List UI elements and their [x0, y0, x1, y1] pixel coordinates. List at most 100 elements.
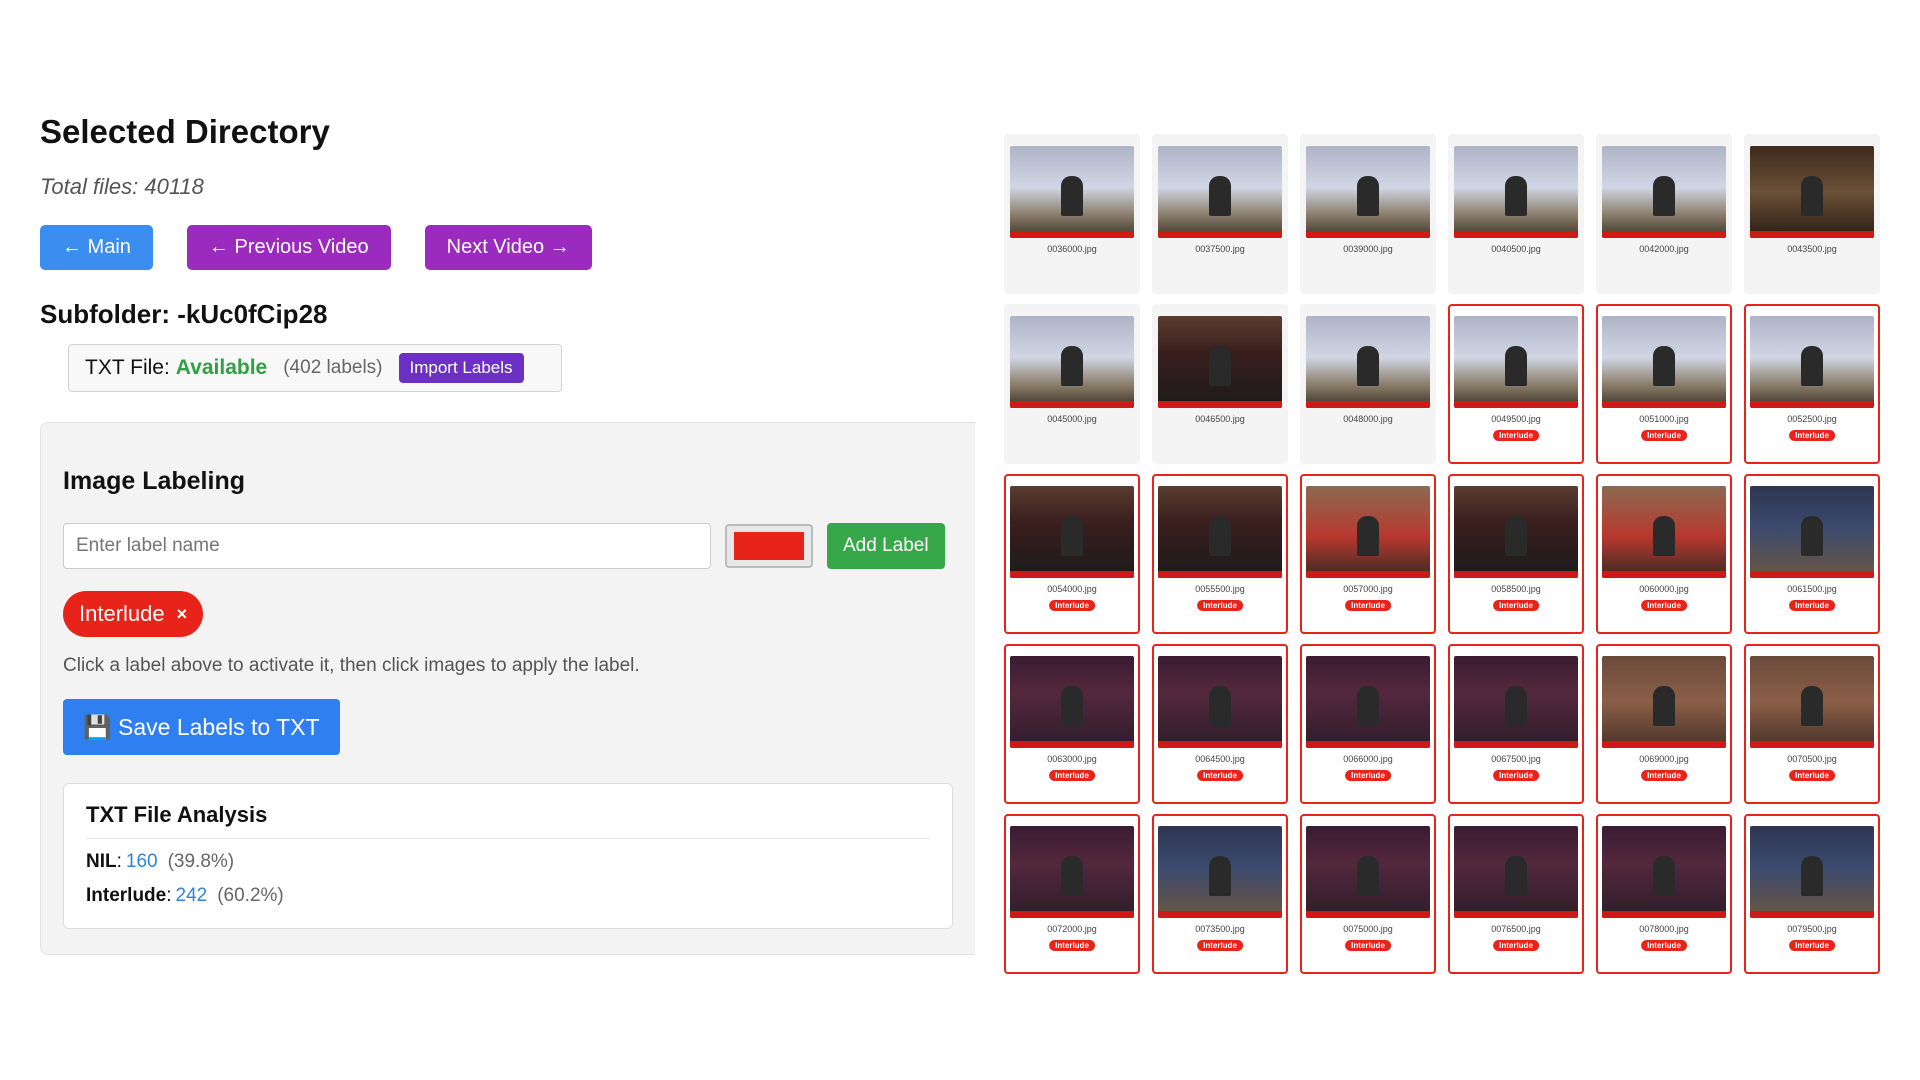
- image-tile[interactable]: 0040500.jpg: [1448, 134, 1584, 294]
- image-thumbnail: [1158, 316, 1282, 408]
- thumbnail-caption-bar: [1306, 911, 1430, 918]
- thumbnail-figure: [1653, 346, 1675, 386]
- next-video-button[interactable]: Next Video →: [424, 225, 592, 270]
- image-tile[interactable]: 0070500.jpg Interlude: [1744, 644, 1880, 804]
- image-labeling-title: Image Labeling: [63, 467, 245, 495]
- image-tile[interactable]: 0057000.jpg Interlude: [1300, 474, 1436, 634]
- image-thumbnail: [1158, 486, 1282, 578]
- image-tile[interactable]: 0037500.jpg: [1152, 134, 1288, 294]
- image-thumbnail: [1602, 486, 1726, 578]
- image-tile[interactable]: 0061500.jpg Interlude: [1744, 474, 1880, 634]
- analysis-row: Interlude: 242 (60.2%): [86, 885, 284, 906]
- main-button[interactable]: ← Main: [40, 225, 153, 270]
- image-filename: 0061500.jpg: [1787, 584, 1837, 594]
- thumbnail-figure: [1061, 346, 1083, 386]
- image-tile[interactable]: 0048000.jpg: [1300, 304, 1436, 464]
- image-tile[interactable]: 0078000.jpg Interlude: [1596, 814, 1732, 974]
- image-filename: 0075000.jpg: [1343, 924, 1393, 934]
- image-tile[interactable]: 0066000.jpg Interlude: [1300, 644, 1436, 804]
- thumbnail-caption-bar: [1750, 911, 1874, 918]
- save-labels-button[interactable]: 💾 Save Labels to TXT: [63, 699, 340, 755]
- analysis-count: 242: [175, 885, 208, 906]
- image-tile[interactable]: 0069000.jpg Interlude: [1596, 644, 1732, 804]
- image-tile[interactable]: 0043500.jpg: [1744, 134, 1880, 294]
- image-filename: 0049500.jpg: [1491, 414, 1541, 424]
- image-tile[interactable]: 0075000.jpg Interlude: [1300, 814, 1436, 974]
- left-panel: Selected Directory Total files: 40118 ← …: [40, 110, 980, 955]
- thumbnail-figure: [1801, 346, 1823, 386]
- image-tile[interactable]: 0055500.jpg Interlude: [1152, 474, 1288, 634]
- thumbnail-caption-bar: [1750, 571, 1874, 578]
- add-label-button[interactable]: Add Label: [827, 523, 945, 569]
- image-tile[interactable]: 0076500.jpg Interlude: [1448, 814, 1584, 974]
- label-chip-interlude[interactable]: Interlude ×: [63, 591, 204, 637]
- image-tile[interactable]: 0064500.jpg Interlude: [1152, 644, 1288, 804]
- thumbnail-caption-bar: [1010, 401, 1134, 408]
- image-filename: 0063000.jpg: [1047, 754, 1097, 764]
- image-filename: 0066000.jpg: [1343, 754, 1393, 764]
- image-thumbnail: [1602, 826, 1726, 918]
- thumbnail-caption-bar: [1602, 571, 1726, 578]
- image-tile[interactable]: 0067500.jpg Interlude: [1448, 644, 1584, 804]
- thumbnail-figure: [1357, 176, 1379, 216]
- image-filename: 0072000.jpg: [1047, 924, 1097, 934]
- image-filename: 0052500.jpg: [1787, 414, 1837, 424]
- image-tile[interactable]: 0046500.jpg: [1152, 304, 1288, 464]
- thumbnail-caption-bar: [1750, 231, 1874, 238]
- thumbnail-caption-bar: [1454, 231, 1578, 238]
- thumbnail-caption-bar: [1454, 741, 1578, 748]
- image-labeling-panel: Image Labeling Add Label Interlude × Clic…: [40, 422, 975, 955]
- thumbnail-figure: [1653, 686, 1675, 726]
- image-tile[interactable]: 0079500.jpg Interlude: [1744, 814, 1880, 974]
- analysis-percent: (60.2%): [217, 885, 284, 906]
- image-thumbnail: [1306, 486, 1430, 578]
- add-label-row: Add Label: [63, 523, 953, 569]
- thumbnail-caption-bar: [1454, 401, 1578, 408]
- thumbnail-figure: [1653, 176, 1675, 216]
- previous-video-button[interactable]: ← Previous Video: [186, 225, 391, 270]
- image-thumbnail: [1602, 146, 1726, 238]
- analysis-rows: NIL: 160 (39.8%) Interlude: 242 (60.2%): [86, 851, 930, 907]
- image-filename: 0046500.jpg: [1195, 414, 1245, 424]
- import-labels-button[interactable]: Import Labels: [398, 353, 524, 383]
- image-thumbnail: [1010, 826, 1134, 918]
- image-label-badge: Interlude: [1345, 940, 1391, 951]
- image-filename: 0076500.jpg: [1491, 924, 1541, 934]
- image-tile[interactable]: 0045000.jpg: [1004, 304, 1140, 464]
- image-label-badge: Interlude: [1049, 770, 1095, 781]
- remove-label-icon[interactable]: ×: [177, 604, 188, 625]
- analysis-key: NIL: [86, 851, 117, 872]
- image-tile[interactable]: 0049500.jpg Interlude: [1448, 304, 1584, 464]
- thumbnail-figure: [1209, 686, 1231, 726]
- image-tile[interactable]: 0052500.jpg Interlude: [1744, 304, 1880, 464]
- image-tile[interactable]: 0039000.jpg: [1300, 134, 1436, 294]
- image-tile[interactable]: 0072000.jpg Interlude: [1004, 814, 1140, 974]
- thumbnail-figure: [1061, 686, 1083, 726]
- image-tile[interactable]: 0073500.jpg Interlude: [1152, 814, 1288, 974]
- label-color-picker[interactable]: [725, 524, 813, 568]
- thumbnail-figure: [1505, 686, 1527, 726]
- image-label-badge: Interlude: [1641, 600, 1687, 611]
- image-label-badge: Interlude: [1789, 430, 1835, 441]
- image-filename: 0078000.jpg: [1639, 924, 1689, 934]
- thumbnail-caption-bar: [1602, 401, 1726, 408]
- thumbnail-caption-bar: [1306, 741, 1430, 748]
- thumbnail-figure: [1801, 176, 1823, 216]
- image-thumbnail: [1750, 826, 1874, 918]
- thumbnail-figure: [1505, 346, 1527, 386]
- label-name-input[interactable]: [63, 523, 711, 569]
- image-tile[interactable]: 0036000.jpg: [1004, 134, 1140, 294]
- image-tile[interactable]: 0060000.jpg Interlude: [1596, 474, 1732, 634]
- image-tile[interactable]: 0051000.jpg Interlude: [1596, 304, 1732, 464]
- thumbnail-caption-bar: [1306, 401, 1430, 408]
- image-thumbnail: [1602, 316, 1726, 408]
- image-label-badge: Interlude: [1789, 770, 1835, 781]
- image-thumbnail: [1306, 826, 1430, 918]
- thumbnail-figure: [1505, 176, 1527, 216]
- thumbnail-figure: [1357, 856, 1379, 896]
- image-tile[interactable]: 0063000.jpg Interlude: [1004, 644, 1140, 804]
- image-tile[interactable]: 0058500.jpg Interlude: [1448, 474, 1584, 634]
- thumbnail-figure: [1653, 856, 1675, 896]
- image-tile[interactable]: 0054000.jpg Interlude: [1004, 474, 1140, 634]
- image-tile[interactable]: 0042000.jpg: [1596, 134, 1732, 294]
